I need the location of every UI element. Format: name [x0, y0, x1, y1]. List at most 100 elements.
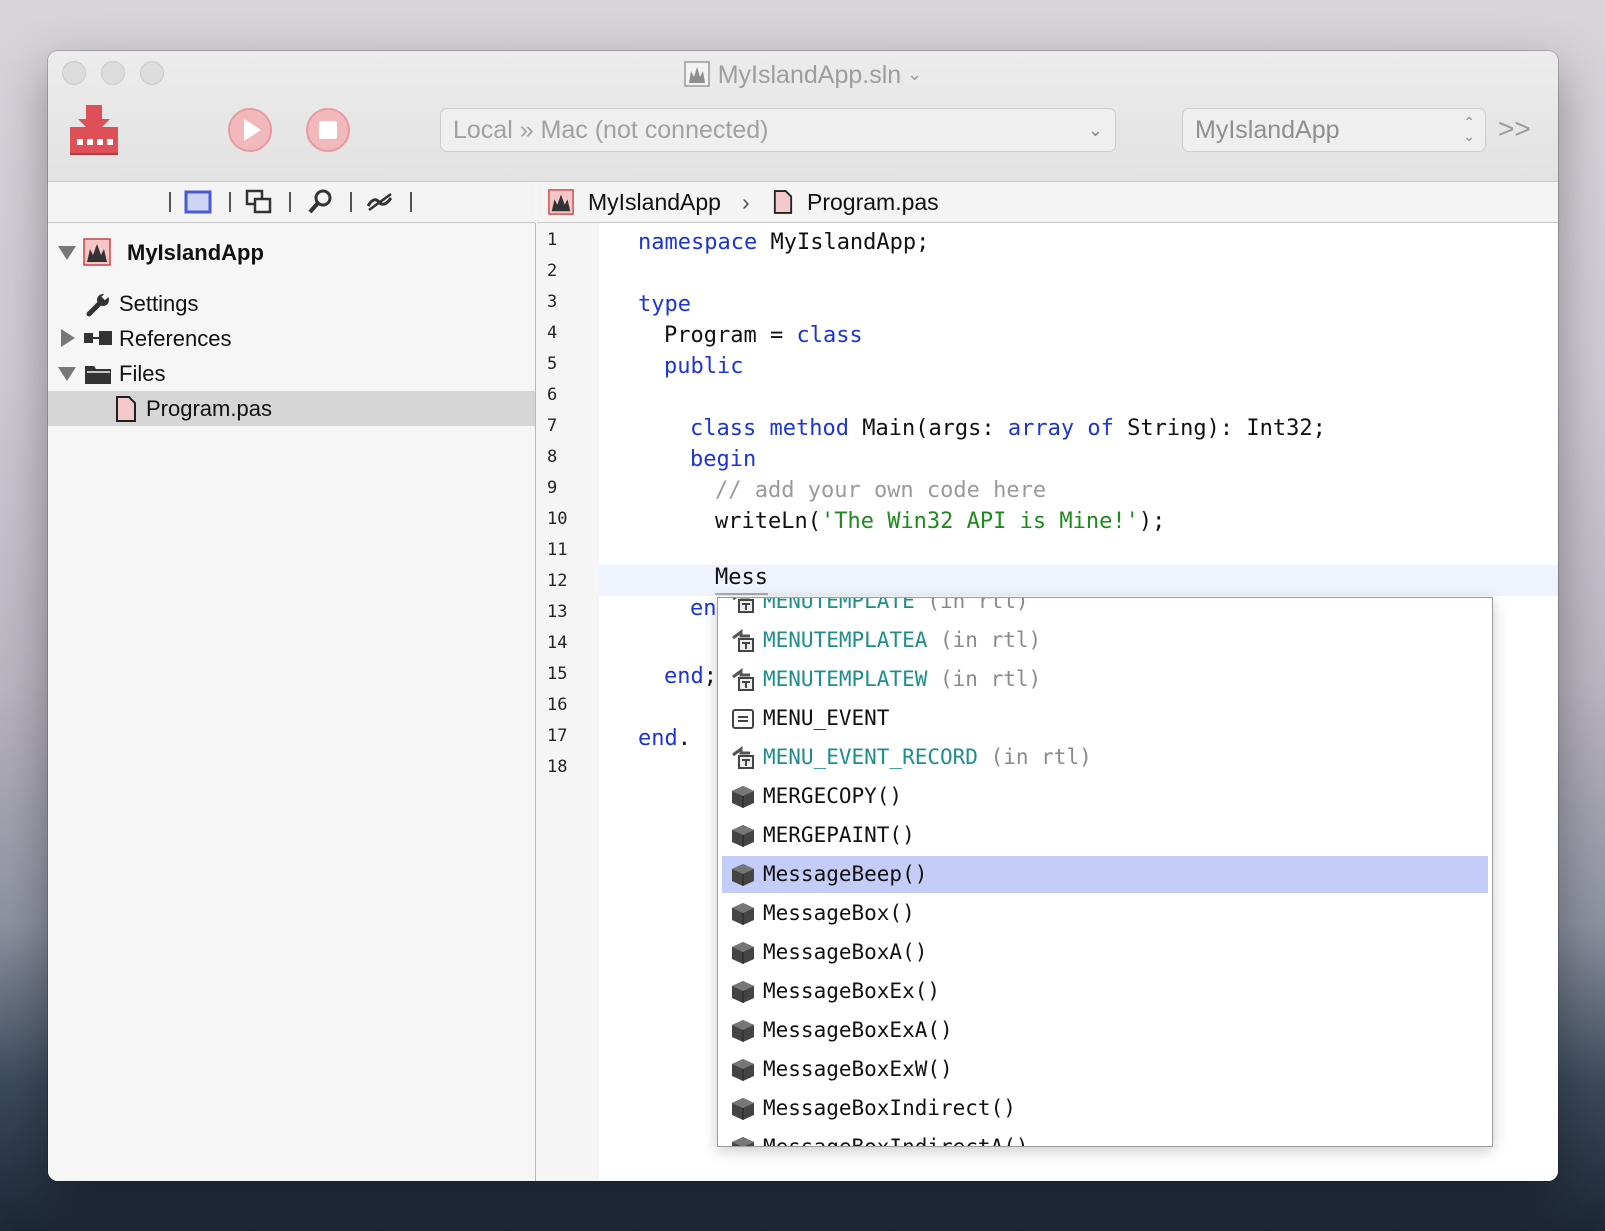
breakpoint-navigator-icon[interactable]	[365, 188, 395, 216]
project-icon	[83, 238, 111, 266]
completion-item-name: MENUTEMPLATEA (in rtl)	[763, 628, 1042, 652]
completion-item[interactable]: MERGEPAINT()	[722, 817, 1488, 854]
navigator-tabs	[48, 182, 535, 223]
completion-item-name: MENU_EVENT	[763, 706, 890, 730]
line-number: 6	[547, 385, 558, 405]
completion-item[interactable]: MessageBoxIndirect()	[722, 1090, 1488, 1127]
project-navigator-tab-icon[interactable]	[183, 188, 213, 216]
method-icon	[730, 862, 756, 888]
completion-item-name: MessageBoxA()	[763, 940, 928, 964]
line-number: 1	[547, 230, 558, 250]
window-title[interactable]: MyIslandApp.sln ⌄	[48, 57, 1558, 92]
breadcrumb-project[interactable]: MyIslandApp	[588, 182, 721, 222]
project-icon	[548, 189, 574, 215]
symbol-navigator-tab-icon[interactable]	[244, 188, 274, 216]
completion-item-name: MERGEPAINT()	[763, 823, 915, 847]
completion-item[interactable]: MERGECOPY()	[722, 778, 1488, 815]
completion-item[interactable]: MessageBoxEx()	[722, 973, 1488, 1010]
toolbar: MyIslandApp.sln ⌄ Local » Mac (not connec…	[48, 51, 1558, 182]
chevron-down-icon: ⌄	[907, 64, 923, 84]
completion-item-name: MENU_EVENT_RECORD (in rtl)	[763, 745, 1092, 769]
method-icon	[730, 823, 756, 849]
line-number: 3	[547, 292, 558, 312]
line-number: 12	[547, 571, 568, 591]
tree-item-project[interactable]: MyIslandApp	[48, 235, 535, 270]
search-icon[interactable]	[305, 188, 335, 216]
completion-item[interactable]: MessageBoxA()	[722, 934, 1488, 971]
completion-item-name: MessageBox()	[763, 901, 915, 925]
project-name: MyIslandApp	[127, 240, 264, 265]
run-button[interactable]	[227, 107, 273, 153]
divider	[229, 192, 231, 212]
code-line: public	[664, 354, 744, 379]
divider	[169, 192, 171, 212]
method-icon	[730, 1135, 756, 1146]
completion-item-name: MessageBoxEx()	[763, 979, 941, 1003]
completion-item[interactable]: MessageBoxExA()	[722, 1012, 1488, 1049]
file-icon	[116, 396, 136, 422]
target-selector[interactable]: MyIslandApp ⌃ ⌄	[1182, 108, 1486, 152]
target-label: MyIslandApp	[1195, 116, 1340, 144]
completion-item-name: MERGECOPY()	[763, 784, 903, 808]
completion-item[interactable]: MessageBox()	[722, 895, 1488, 932]
type-icon	[730, 598, 756, 615]
divider	[350, 192, 352, 212]
tree-item-label: Program.pas	[146, 396, 272, 421]
tree-item-settings[interactable]: Settings	[48, 286, 535, 321]
completion-item[interactable]: MessageBoxIndirectA()	[722, 1129, 1488, 1146]
completion-item[interactable]: MENU_EVENT	[722, 700, 1488, 737]
wrench-icon	[86, 292, 110, 317]
divider	[289, 192, 291, 212]
toolbar-overflow-button[interactable]: >>	[1498, 113, 1531, 145]
code-completion-popup[interactable]: MENUTEMPLATE (in rtl) MENUTEMPLATEA (in r…	[717, 597, 1493, 1147]
line-number: 17	[547, 726, 568, 746]
divider	[410, 192, 412, 212]
line-number: 8	[547, 447, 558, 467]
tree-item-files[interactable]: Files	[48, 356, 535, 391]
typed-text-underline	[715, 593, 768, 595]
completion-item[interactable]: MessageBoxExW()	[722, 1051, 1488, 1088]
disclosure-triangle-icon[interactable]	[58, 246, 76, 260]
tree-item-label: References	[119, 326, 232, 351]
code-line: end.	[638, 726, 691, 751]
tree-item-references[interactable]: References	[48, 321, 535, 356]
code-line: // add your own code here	[715, 478, 1047, 503]
code-fragment: en	[690, 596, 717, 621]
completion-item[interactable]: MessageBeep()	[722, 856, 1488, 893]
disclosure-triangle-icon[interactable]	[61, 329, 75, 347]
tree-item-program-pas[interactable]: Program.pas	[48, 391, 535, 426]
method-icon	[730, 784, 756, 810]
stop-button[interactable]	[305, 107, 351, 153]
breadcrumb-file[interactable]: Program.pas	[807, 182, 939, 222]
disclosure-triangle-icon[interactable]	[58, 367, 76, 381]
typed-text: Mess	[715, 565, 768, 590]
build-button[interactable]	[68, 103, 120, 155]
completion-item[interactable]: MENUTEMPLATEW (in rtl)	[722, 661, 1488, 698]
line-number: 14	[547, 633, 568, 653]
completion-item[interactable]: MENU_EVENT_RECORD (in rtl)	[722, 739, 1488, 776]
completion-item[interactable]: MENUTEMPLATE (in rtl)	[722, 597, 1488, 620]
completion-item-name: MENUTEMPLATEW (in rtl)	[763, 667, 1042, 691]
line-number: 13	[547, 602, 568, 622]
completion-item-source: (in rtl)	[927, 667, 1042, 691]
line-number: 15	[547, 664, 568, 684]
scheme-selector[interactable]: Local » Mac (not connected) ⌄	[440, 108, 1116, 152]
type-icon	[730, 628, 756, 654]
completion-item[interactable]: MENUTEMPLATEA (in rtl)	[722, 622, 1488, 659]
method-icon	[730, 1057, 756, 1083]
completion-item-name: MessageBoxIndirect()	[763, 1096, 1016, 1120]
code-line: Program = class	[664, 323, 863, 348]
completion-item-name: MENUTEMPLATE (in rtl)	[763, 597, 1029, 620]
line-number: 5	[547, 354, 558, 374]
file-icon	[773, 190, 793, 214]
completion-item-source: (in rtl)	[914, 597, 1029, 613]
type-icon	[730, 745, 756, 771]
completion-item-name: MessageBoxExA()	[763, 1018, 953, 1042]
constant-icon	[730, 706, 756, 732]
line-number-gutter: 1 2 3 4 5 6 7 8 9 10 11 12 13 14 15 16 1…	[537, 223, 599, 1181]
method-icon	[730, 979, 756, 1005]
folder-icon	[85, 366, 111, 384]
code-line: namespace MyIslandApp;	[638, 230, 930, 255]
project-navigator: MyIslandApp Settings References Files Pr…	[48, 223, 536, 1181]
type-icon	[730, 667, 756, 693]
